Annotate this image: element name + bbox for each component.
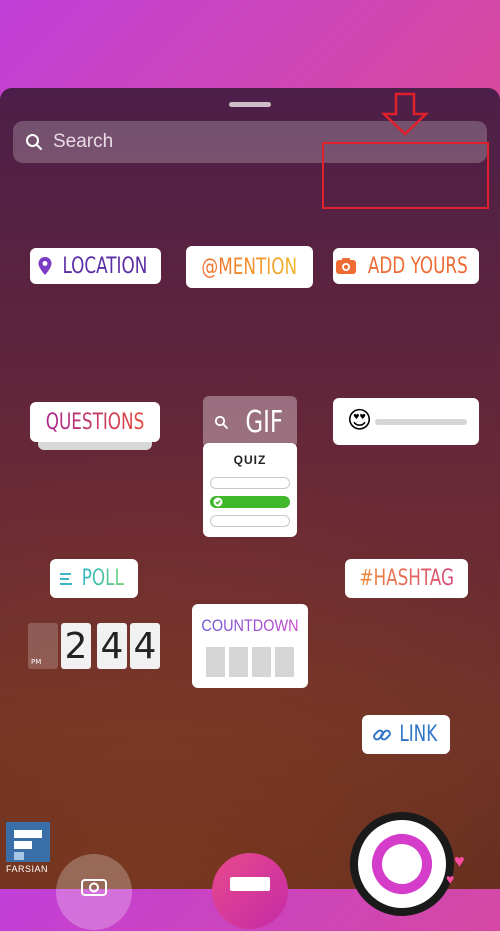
countdown-slot	[206, 647, 225, 677]
questions-label: QUESTIONS	[45, 409, 145, 435]
gif-label: GIF	[245, 404, 283, 440]
location-label: LOCATION	[62, 253, 147, 279]
countdown-slot	[229, 647, 248, 677]
quiz-title: QUIZ	[233, 453, 267, 467]
poll-label: POLL	[81, 566, 125, 591]
link-icon	[372, 729, 391, 740]
highlight-box	[322, 142, 489, 209]
camera-icon	[81, 879, 107, 896]
search-icon	[214, 415, 228, 429]
sticker-thumbnail-button[interactable]	[212, 853, 288, 929]
check-icon	[213, 497, 223, 507]
questions-sticker[interactable]: QUESTIONS	[30, 402, 160, 450]
clock-digit: 4	[130, 623, 160, 669]
clock-ampm: PM	[31, 658, 42, 666]
mention-sticker[interactable]: @MENTION	[186, 246, 313, 288]
list-icon	[60, 572, 73, 585]
farsian-logo-icon	[6, 822, 50, 862]
watermark-logo: FARSIAN	[6, 822, 50, 878]
add-yours-label: ADD YOURS	[368, 253, 468, 279]
quiz-option	[210, 477, 290, 489]
heart-icon: ♥	[454, 851, 465, 871]
camera-capture-button[interactable]	[56, 854, 132, 930]
add-yours-sticker[interactable]: ADD YOURS	[333, 248, 479, 284]
clock-digit: 2	[61, 623, 91, 669]
down-arrow-annotation	[380, 92, 430, 136]
quiz-option	[210, 515, 290, 527]
location-pin-icon	[38, 257, 52, 275]
countdown-sticker[interactable]: COUNTDOWN	[192, 604, 308, 688]
search-icon	[26, 134, 42, 150]
countdown-slot	[275, 647, 294, 677]
slider-track	[375, 419, 467, 425]
clock-digit-blank: PM	[28, 623, 58, 669]
quiz-sticker[interactable]: QUIZ	[203, 443, 297, 537]
camera-icon	[336, 258, 357, 274]
hashtag-label: #HASHTAG	[359, 566, 454, 591]
countdown-title: COUNTDOWN	[201, 616, 299, 635]
clock-digit: 4	[97, 623, 127, 669]
countdown-slot	[252, 647, 271, 677]
quiz-option-correct	[210, 496, 290, 508]
link-sticker[interactable]: LINK	[362, 715, 450, 754]
emoji-slider-sticker[interactable]: 😍	[333, 398, 479, 445]
gif-sticker[interactable]: GIF	[203, 396, 297, 448]
hashtag-sticker[interactable]: #HASHTAG	[345, 559, 468, 598]
drag-handle[interactable]	[229, 102, 271, 107]
mention-label: @MENTION	[201, 254, 298, 280]
link-label: LINK	[399, 722, 437, 747]
location-sticker[interactable]: LOCATION	[30, 248, 161, 284]
heart-icon: ♥	[446, 871, 455, 887]
heart-eyes-emoji: 😍	[347, 406, 373, 434]
watermark-label: FARSIAN	[6, 864, 49, 874]
poll-sticker[interactable]: POLL	[50, 559, 138, 598]
